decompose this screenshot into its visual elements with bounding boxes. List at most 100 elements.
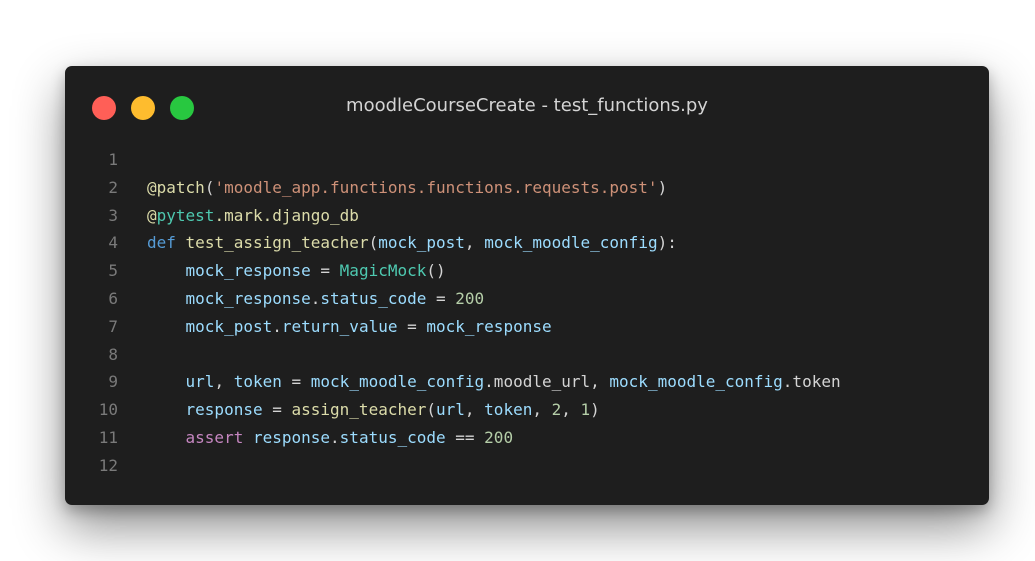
- code-token: =: [397, 316, 427, 336]
- code-line: 11 assert response.status_code == 200: [65, 424, 989, 452]
- line-number: 3: [108, 205, 118, 225]
- code-text: mock_response = MagicMock(): [147, 257, 446, 285]
- code-line: 10 response = assign_teacher(url, token,…: [65, 396, 989, 424]
- code-token: def: [147, 233, 176, 253]
- code-token: ,: [561, 400, 581, 420]
- code-token: return_value: [281, 316, 398, 336]
- code-token: url: [185, 372, 215, 392]
- code-text: @pytest.mark.django_db: [147, 202, 359, 230]
- code-token: token: [484, 400, 533, 420]
- code-token: (: [368, 233, 379, 253]
- code-token: status_code: [339, 427, 446, 447]
- code-token: mock_moodle_config: [484, 233, 658, 253]
- line-number: 2: [108, 177, 118, 197]
- code-token: ): [657, 177, 668, 197]
- line-number: 4: [108, 233, 118, 253]
- code-line: 12: [65, 452, 989, 480]
- code-token: 200: [455, 288, 485, 308]
- code-text: mock_post.return_value = mock_response: [147, 313, 552, 341]
- line-number: 12: [98, 455, 118, 475]
- code-token: .moodle_url,: [484, 372, 610, 392]
- code-token: mock_response: [426, 316, 552, 336]
- code-token: =: [426, 288, 456, 308]
- code-token: response: [185, 400, 263, 420]
- code-line: 3 @pytest.mark.django_db: [65, 202, 989, 230]
- code-token: mock_moodle_config: [609, 372, 783, 392]
- window-title: moodleCourseCreate - test_functions.py: [346, 95, 708, 116]
- code-line: 6 mock_response.status_code = 200: [65, 285, 989, 313]
- code-token: ,: [532, 400, 552, 420]
- line-number: 1: [108, 150, 118, 169]
- code-text: @patch('moodle_app.functions.functions.r…: [147, 174, 667, 202]
- code-token: ,: [464, 233, 485, 253]
- code-line: 1: [65, 146, 989, 174]
- code-line: 4 def test_assign_teacher(mock_post, mock…: [65, 229, 989, 257]
- code-token: ,: [214, 372, 234, 392]
- code-line: 7 mock_post.return_value = mock_response: [65, 313, 989, 341]
- code-token: =: [310, 261, 340, 281]
- code-token: ):: [657, 233, 677, 253]
- code-token: =: [262, 400, 292, 420]
- code-token: mock_post: [185, 316, 273, 336]
- code-token: .: [272, 316, 282, 336]
- code-token: =: [281, 372, 311, 392]
- line-number: 11: [98, 427, 118, 447]
- code-token: url: [436, 400, 465, 420]
- code-token: patch: [156, 177, 205, 197]
- line-number: 7: [108, 316, 118, 336]
- code-token: (: [426, 400, 436, 420]
- code-line: 2 @patch('moodle_app.functions.functions.…: [65, 174, 989, 202]
- screenshot-canvas: moodleCourseCreate - test_functions.py 1…: [0, 0, 1035, 561]
- code-token: @: [147, 205, 157, 225]
- code-token: mock_moodle_config: [310, 372, 485, 392]
- code-line: 8: [65, 341, 989, 369]
- code-token: @: [147, 177, 157, 197]
- line-number: 10: [98, 400, 118, 420]
- code-token: assert: [185, 427, 244, 447]
- code-token: .: [330, 427, 340, 447]
- code-token: token: [233, 372, 282, 392]
- code-token: assign_teacher: [291, 400, 427, 420]
- code-token: .token: [782, 372, 841, 392]
- code-token: 'moodle_app.functions.functions.requests…: [214, 177, 658, 197]
- code-token: MagicMock: [339, 261, 427, 281]
- code-token: test_assign_teacher: [185, 233, 369, 253]
- line-number: 5: [108, 261, 118, 281]
- code-token: 2: [551, 400, 562, 420]
- code-token: (): [426, 261, 446, 281]
- code-token: 1: [580, 400, 591, 420]
- line-number: 8: [108, 344, 118, 364]
- code-token: (: [204, 177, 215, 197]
- code-token: ,: [464, 400, 485, 420]
- code-text: mock_response.status_code = 200: [147, 285, 485, 313]
- code-token: response: [252, 427, 331, 447]
- code-token: status_code: [320, 288, 427, 308]
- code-token: 200: [484, 427, 514, 447]
- line-number: 9: [108, 372, 118, 392]
- code-token: mock_post: [378, 233, 465, 253]
- code-text: assert response.status_code == 200: [147, 424, 514, 452]
- code-token: mock_response: [185, 288, 311, 308]
- code-line: 9 url, token = mock_moodle_config.moodle…: [65, 368, 989, 396]
- code-editor[interactable]: 1 2 @patch('moodle_app.functions.functions…: [65, 146, 989, 480]
- code-token: .: [310, 288, 321, 308]
- code-token: ): [590, 400, 600, 420]
- line-number: 6: [108, 288, 118, 308]
- code-token: mock_response: [185, 261, 311, 281]
- code-text: response = assign_teacher(url, token, 2,…: [147, 396, 600, 424]
- code-text: url, token = mock_moodle_config.moodle_u…: [147, 368, 841, 396]
- code-token: ==: [445, 427, 485, 447]
- code-text: def test_assign_teacher(mock_post, mock_…: [147, 229, 677, 257]
- code-line: 5 mock_response = MagicMock(): [65, 257, 989, 285]
- code-window: moodleCourseCreate - test_functions.py 1…: [65, 66, 989, 505]
- code-token: .mark.django_db: [214, 205, 359, 225]
- window-titlebar: moodleCourseCreate - test_functions.py: [65, 66, 989, 150]
